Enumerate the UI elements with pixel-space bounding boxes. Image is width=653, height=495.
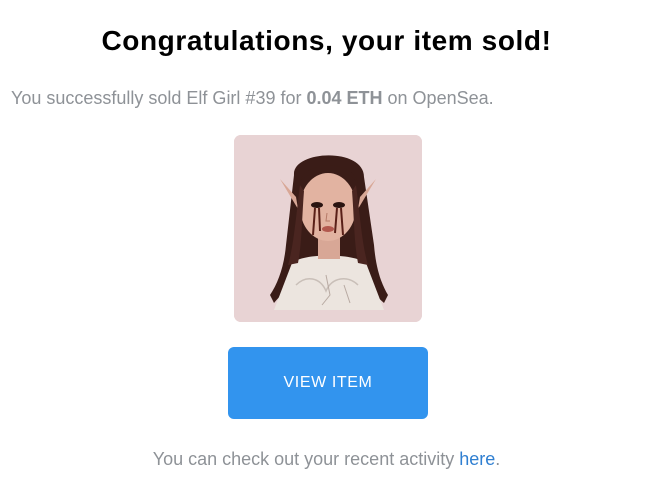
recent-activity-link[interactable]: here [459, 449, 495, 469]
footer-suffix: . [495, 449, 501, 469]
sale-message-prefix: You successfully sold Elf Girl #39 for [11, 88, 307, 108]
footer-prefix: You can check out your recent activity [152, 449, 460, 469]
elf-girl-illustration [234, 135, 422, 322]
footer-message: You can check out your recent activity h… [0, 447, 653, 471]
view-item-button[interactable]: VIEW ITEM [228, 347, 428, 419]
item-image[interactable] [234, 135, 422, 322]
email-title: Congratulations, your item sold! [101, 25, 552, 56]
sale-amount: 0.04 ETH [306, 88, 383, 108]
sale-message-suffix: on OpenSea. [382, 88, 494, 108]
sale-message: You successfully sold Elf Girl #39 for 0… [11, 86, 494, 110]
